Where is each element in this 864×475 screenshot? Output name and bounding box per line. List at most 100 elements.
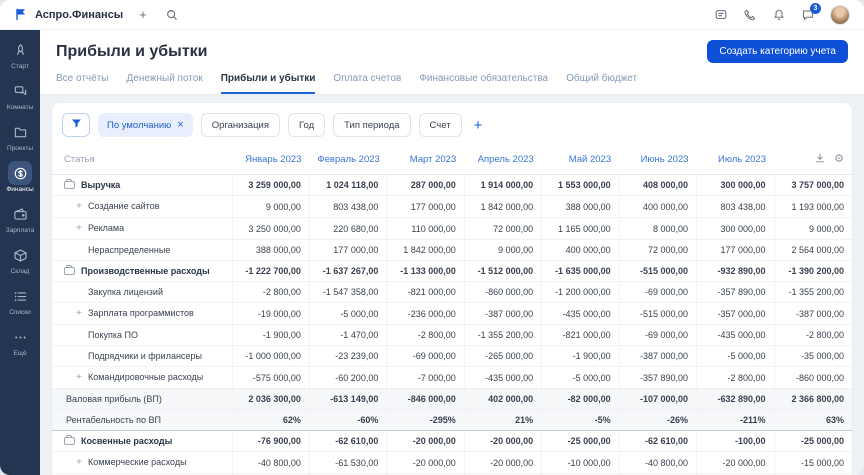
filter-bar: По умолчанию × Организация Год Тип перио… <box>52 103 852 145</box>
column-header-month[interactable]: Апрель 2023 <box>464 145 542 175</box>
column-header-article: Статья <box>52 145 232 175</box>
sidebar-item-warehouse[interactable]: Склад <box>0 243 40 275</box>
phone-icon[interactable] <box>743 8 757 22</box>
column-header-month[interactable]: Январь 2023 <box>232 145 310 175</box>
row-label: Валовая прибыль (ВП) <box>66 394 162 404</box>
cell-value: 1 842 000,00 <box>463 195 542 218</box>
cell-value: -2 800,00 <box>386 324 465 346</box>
sidebar-item-finance[interactable]: Финансы <box>0 161 40 193</box>
row-label-cell[interactable]: + Создание сайтов <box>52 195 232 218</box>
row-label-cell[interactable]: + Коммерческие расходы <box>52 451 232 474</box>
tab-cash-flow[interactable]: Денежный поток <box>126 73 202 94</box>
cell-value: -860 000,00 <box>463 281 542 303</box>
expand-icon[interactable]: + <box>76 223 88 234</box>
cell-value: 2 036 300,00 <box>231 388 310 410</box>
table-row: + Реклама 3 250 000,00 220 680,00 110 000,00… <box>52 217 852 240</box>
cell-value: 8 000,00 <box>618 217 697 240</box>
expand-icon[interactable]: + <box>76 201 88 212</box>
chat-icon[interactable]: 3 <box>801 2 821 22</box>
filter-account-button[interactable]: Счет <box>418 113 462 137</box>
cell-value: -7 000,00 <box>386 366 465 389</box>
close-icon[interactable]: × <box>177 119 183 131</box>
cell-value: -1 355 200,00 <box>463 324 542 346</box>
sidebar-item-more[interactable]: Ещё <box>0 325 40 357</box>
tab-profit-loss[interactable]: Прибыли и убытки <box>220 73 316 94</box>
sidebar-item-start[interactable]: Старт <box>0 38 40 70</box>
column-header-month[interactable]: Февраль 2023 <box>309 145 387 175</box>
cell-value: 1 842 000,00 <box>386 239 465 261</box>
expand-icon[interactable]: + <box>76 372 88 383</box>
cell-value: -26% <box>618 409 697 431</box>
table-actions-header: ⚙ <box>774 145 852 175</box>
table-row: Производственные расходы -1 222 700,00 -1 … <box>52 260 852 282</box>
add-filter-button[interactable]: + <box>470 118 487 133</box>
cell-value: 1 165 000,00 <box>541 217 620 240</box>
cell-value: -821 000,00 <box>386 281 465 303</box>
row-label-cell[interactable]: Выручка <box>52 174 232 196</box>
cell-value: -357 890,00 <box>696 281 774 303</box>
filter-icon-button[interactable] <box>62 113 90 137</box>
cell-value: -60 200,00 <box>308 366 387 389</box>
report-tabs: Все отчёты Денежный поток Прибыли и убыт… <box>56 73 848 94</box>
row-label-cell[interactable]: + Зарплата программистов <box>52 302 232 325</box>
table-row: + Создание сайтов 9 000,00 803 438,00 177 00… <box>52 195 852 218</box>
folder-icon[interactable] <box>64 435 75 445</box>
sidebar-item-projects[interactable]: Проекты <box>0 120 40 152</box>
column-header-month[interactable]: Июнь 2023 <box>619 145 697 175</box>
page-header: Прибыли и убытки Создать категорию учета… <box>40 30 864 95</box>
filter-year-button[interactable]: Год <box>287 113 326 137</box>
cell-value: -20 000,00 <box>463 430 542 452</box>
gear-icon[interactable]: ⚙ <box>834 154 844 165</box>
filter-chip-default[interactable]: По умолчанию × <box>98 113 193 137</box>
column-header-month[interactable]: Май 2023 <box>541 145 620 175</box>
add-icon[interactable]: + <box>137 6 149 23</box>
cell-value: -211% <box>696 409 774 431</box>
cell-value: -932 890,00 <box>696 260 774 282</box>
filter-period-type-button[interactable]: Тип периода <box>333 113 411 137</box>
cell-value: 62% <box>231 409 310 431</box>
sidebar-item-salary[interactable]: Зарплата <box>0 202 40 234</box>
row-label-cell[interactable]: Косвенные расходы <box>52 430 232 452</box>
cell-value: 2 564 000,00 <box>773 239 852 261</box>
cell-value: -5 000,00 <box>541 366 620 389</box>
table-row: Валовая прибыль (ВП) 2 036 300,00 -613 149… <box>52 388 852 410</box>
topbar: Аспро.Финансы + 3 <box>0 0 864 30</box>
row-label: Зарплата программистов <box>88 308 194 318</box>
sidebar-item-lists[interactable]: Списки <box>0 284 40 316</box>
row-label-cell[interactable]: + Командировочные расходы <box>52 366 232 389</box>
folder-icon[interactable] <box>64 179 75 189</box>
download-icon[interactable] <box>814 152 826 167</box>
app-logo-icon <box>14 7 29 22</box>
row-label-cell[interactable]: + Реклама <box>52 217 232 240</box>
column-header-month[interactable]: Март 2023 <box>386 145 465 175</box>
filter-organization-button[interactable]: Организация <box>200 113 280 137</box>
column-header-month[interactable]: Июль 2023 <box>696 145 774 175</box>
cell-value: -40 800,00 <box>618 451 697 474</box>
feedback-icon[interactable] <box>714 8 728 22</box>
row-label-cell[interactable]: Производственные расходы <box>52 260 232 282</box>
user-avatar[interactable] <box>830 4 850 25</box>
tab-general-budget[interactable]: Общий бюджет <box>566 73 637 94</box>
cell-value: -821 000,00 <box>541 324 620 346</box>
main-content: Прибыли и убытки Создать категорию учета… <box>40 30 864 475</box>
expand-icon[interactable]: + <box>76 457 88 468</box>
cell-value: -1 222 700,00 <box>231 260 310 282</box>
expand-icon[interactable]: + <box>76 308 88 319</box>
cell-value: -25 000,00 <box>541 430 620 452</box>
tab-invoice-payment[interactable]: Оплата счетов <box>333 73 401 94</box>
folder-icon[interactable] <box>64 265 75 275</box>
row-label-cell: Закупка лицензий <box>52 281 232 303</box>
row-label: Закупка лицензий <box>88 287 163 297</box>
tab-financial-obligations[interactable]: Финансовые обязательства <box>419 73 548 94</box>
cell-value: -20 000,00 <box>386 430 465 452</box>
search-icon[interactable] <box>163 6 181 24</box>
cell-value: 1 193 000,00 <box>773 195 852 218</box>
cell-value: -1 000 000,00 <box>231 345 310 367</box>
cell-value: -1 547 358,00 <box>308 281 387 303</box>
tab-all-reports[interactable]: Все отчёты <box>56 73 108 94</box>
sidebar-item-rooms[interactable]: Комнаты <box>0 79 40 111</box>
bell-icon[interactable] <box>772 8 786 22</box>
create-category-button[interactable]: Создать категорию учета <box>707 40 848 63</box>
wallet-icon <box>8 202 32 226</box>
row-label-cell: Валовая прибыль (ВП) <box>52 388 232 410</box>
